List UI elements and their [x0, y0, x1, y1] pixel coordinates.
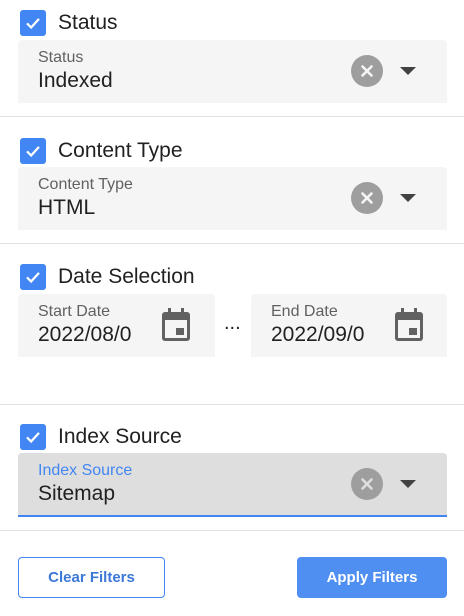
chevron-down-icon[interactable] [400, 67, 416, 75]
status-checkbox[interactable] [20, 10, 46, 36]
chevron-down-icon[interactable] [400, 480, 416, 488]
index-source-select[interactable]: Index Source Sitemap [18, 453, 447, 517]
index-source-check-row[interactable]: Index Source [20, 424, 182, 450]
section-divider [0, 530, 464, 531]
start-date-field[interactable]: Start Date 2022/08/0 [18, 294, 215, 357]
check-icon [26, 18, 40, 30]
end-date-label: End Date [271, 303, 338, 320]
content-type-select[interactable]: Content Type HTML [18, 167, 447, 230]
end-date-value: 2022/09/0 [271, 323, 365, 346]
start-date-value: 2022/08/0 [38, 323, 132, 346]
status-check-row[interactable]: Status [20, 10, 118, 36]
status-field-label: Status [38, 49, 84, 66]
index-source-field-label: Index Source [38, 462, 133, 479]
section-divider [0, 116, 464, 117]
content-type-field-label: Content Type [38, 176, 133, 193]
index-source-field-value: Sitemap [38, 482, 116, 505]
index-source-checkbox-label: Index Source [58, 425, 182, 448]
content-type-checkbox-label: Content Type [58, 139, 183, 162]
clear-filters-button[interactable]: Clear Filters [18, 557, 165, 598]
calendar-icon[interactable] [393, 307, 425, 343]
date-selection-checkbox[interactable] [20, 264, 46, 290]
content-type-check-row[interactable]: Content Type [20, 138, 183, 164]
apply-filters-button[interactable]: Apply Filters [297, 557, 447, 598]
check-icon [26, 432, 40, 444]
date-selection-checkbox-label: Date Selection [58, 265, 195, 288]
check-icon [26, 146, 40, 158]
content-type-checkbox[interactable] [20, 138, 46, 164]
date-range-separator: ... [224, 312, 241, 334]
content-type-field-value: HTML [38, 196, 96, 219]
status-field-value: Indexed [38, 69, 113, 92]
status-select[interactable]: Status Indexed [18, 40, 447, 103]
date-selection-check-row[interactable]: Date Selection [20, 264, 195, 290]
clear-icon[interactable] [351, 55, 383, 87]
section-divider [0, 243, 464, 244]
calendar-icon[interactable] [160, 307, 192, 343]
start-date-label: Start Date [38, 303, 111, 320]
check-icon [26, 272, 40, 284]
end-date-field[interactable]: End Date 2022/09/0 [251, 294, 447, 357]
status-checkbox-label: Status [58, 11, 118, 34]
clear-icon[interactable] [351, 182, 383, 214]
section-divider [0, 404, 464, 405]
index-source-checkbox[interactable] [20, 424, 46, 450]
clear-icon[interactable] [351, 468, 383, 500]
chevron-down-icon[interactable] [400, 194, 416, 202]
